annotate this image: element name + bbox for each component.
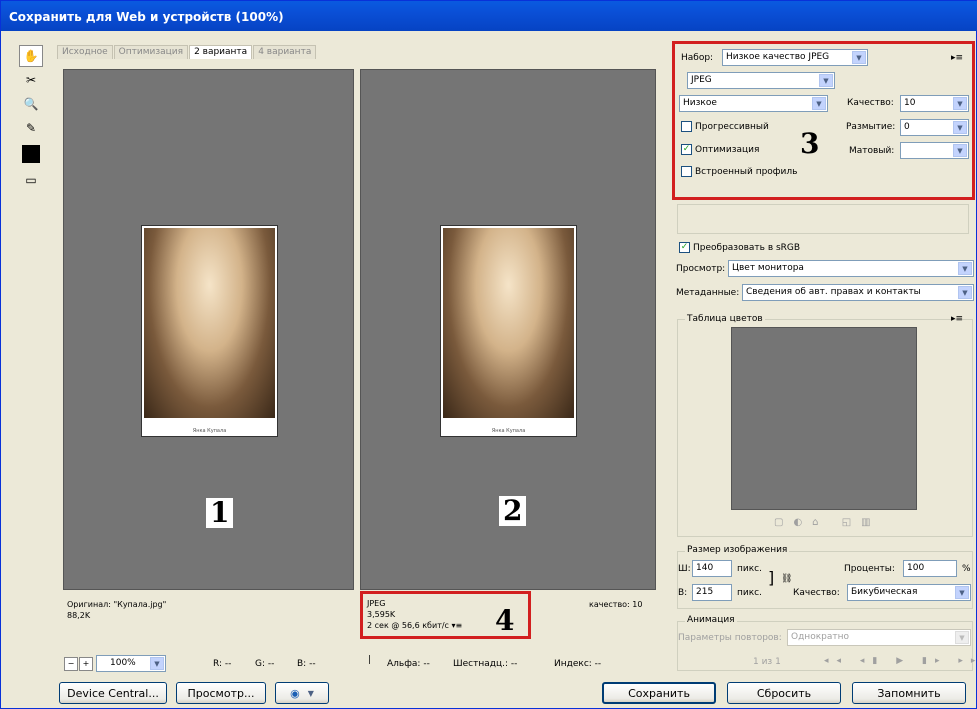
- preview-label: Просмотр:: [676, 264, 726, 274]
- zoom-select[interactable]: 100% ▼: [96, 655, 166, 672]
- green-readout: G: --: [255, 659, 275, 669]
- divider: |: [368, 655, 372, 665]
- save-for-web-dialog: Сохранить для Web и устройств (100%) ✋ ✂…: [0, 0, 977, 709]
- chevron-down-icon: ▼: [307, 688, 314, 698]
- metadata-label: Метаданные:: [676, 288, 740, 298]
- window-title: Сохранить для Web и устройств (100%): [1, 1, 977, 31]
- photo-caption: Янка Купала: [192, 428, 227, 434]
- chevron-down-icon: ▼: [955, 586, 969, 599]
- browser-preview-button[interactable]: ◉ ▼: [275, 682, 329, 704]
- annotation-1: 1: [206, 498, 234, 528]
- remember-button[interactable]: Запомнить: [852, 682, 966, 704]
- animation-controls[interactable]: ◂◂ ◂▮ ▶ ▮▸ ▸▸: [824, 656, 977, 666]
- zoom-tool-icon[interactable]: 🔍: [19, 93, 43, 115]
- index-readout: Индекс: --: [554, 659, 602, 669]
- portrait-photo: [144, 228, 275, 418]
- chevron-down-icon: ▼: [958, 286, 972, 299]
- optimized-image: Янка Купала: [440, 225, 577, 437]
- loop-label: Параметры повторов:: [678, 633, 782, 643]
- height-label: В:: [678, 588, 688, 598]
- device-central-button[interactable]: Device Central...: [59, 682, 167, 704]
- optimized-quality: качество: 10: [589, 600, 643, 609]
- image-size-title: Размер изображения: [685, 545, 790, 555]
- percent-input[interactable]: 100: [903, 560, 957, 577]
- browser-icon: ◉: [290, 686, 300, 700]
- tab-4up[interactable]: 4 варианта: [253, 45, 317, 59]
- width-unit: пикс.: [737, 564, 762, 574]
- preview-button[interactable]: Просмотр...: [176, 682, 266, 704]
- chevron-down-icon: ▼: [958, 262, 972, 275]
- resample-select[interactable]: Бикубическая ▼: [847, 584, 971, 601]
- color-table: [731, 327, 917, 510]
- height-unit: пикс.: [737, 588, 762, 598]
- height-input[interactable]: 215: [692, 584, 732, 601]
- tab-2up[interactable]: 2 варианта: [189, 45, 253, 59]
- red-readout: R: --: [213, 659, 232, 669]
- highlight-box-3: [672, 41, 975, 200]
- view-tabs: Исходное Оптимизация 2 варианта 4 вариан…: [57, 45, 665, 59]
- convert-srgb-checkbox[interactable]: ✓ Преобразовать в sRGB: [679, 242, 800, 253]
- animation-title: Анимация: [685, 615, 737, 625]
- chain-icon: ⛓: [781, 574, 793, 584]
- resample-label: Качество:: [793, 588, 840, 598]
- color-table-menu-icon[interactable]: ▸≡: [951, 314, 963, 324]
- photo-caption: Янка Купала: [491, 428, 526, 434]
- settings-spacer-group: [677, 204, 969, 234]
- annotation-4: 4: [495, 604, 515, 637]
- percent-label: Проценты:: [844, 564, 895, 574]
- zoom-out-button[interactable]: −: [64, 657, 78, 671]
- color-table-title: Таблица цветов: [685, 314, 765, 324]
- eyedropper-color-swatch[interactable]: [22, 145, 40, 163]
- frame-counter: 1 из 1: [753, 657, 781, 667]
- original-filename: Оригинал: "Купала.jpg": [67, 600, 167, 609]
- annotation-2: 2: [499, 496, 527, 526]
- alpha-readout: Альфа: --: [387, 659, 430, 669]
- original-image: Янка Купала: [141, 225, 278, 437]
- loop-select[interactable]: Однократно ▼: [787, 629, 971, 646]
- original-preview-pane[interactable]: Янка Купала 1: [63, 69, 354, 590]
- tab-original[interactable]: Исходное: [57, 45, 113, 59]
- hex-readout: Шестнадц.: --: [453, 659, 518, 669]
- zoom-in-button[interactable]: +: [79, 657, 93, 671]
- optimized-preview-pane[interactable]: Янка Купала 2: [360, 69, 656, 590]
- slice-select-tool-icon[interactable]: ✂: [19, 69, 43, 91]
- color-table-icons: ▢◐⌂ ◱▥: [774, 517, 881, 528]
- tab-optimized[interactable]: Оптимизация: [113, 45, 189, 59]
- link-proportions-icon[interactable]: ]: [768, 568, 774, 587]
- hand-tool-icon[interactable]: ✋: [19, 45, 43, 67]
- reset-button[interactable]: Сбросить: [727, 682, 841, 704]
- check-icon: ✓: [679, 242, 690, 253]
- toggle-slices-icon[interactable]: ▭: [19, 169, 43, 191]
- width-input[interactable]: 140: [692, 560, 732, 577]
- eyedropper-tool-icon[interactable]: ✎: [19, 117, 43, 139]
- original-size: 88,2K: [67, 611, 91, 620]
- toolbox: ✋ ✂ 🔍 ✎ ▭: [19, 45, 47, 193]
- width-label: Ш:: [678, 564, 691, 574]
- preview-select[interactable]: Цвет монитора ▼: [728, 260, 974, 277]
- percent-sign: %: [962, 564, 971, 574]
- chevron-down-icon: ▼: [955, 631, 969, 644]
- save-button[interactable]: Сохранить: [602, 682, 716, 704]
- blue-readout: B: --: [297, 659, 316, 669]
- original-info: Оригинал: "Купала.jpg" 88,2K: [67, 599, 166, 621]
- portrait-photo: [443, 228, 574, 418]
- metadata-select[interactable]: Сведения об авт. правах и контакты ▼: [742, 284, 974, 301]
- chevron-down-icon: ▼: [150, 657, 164, 670]
